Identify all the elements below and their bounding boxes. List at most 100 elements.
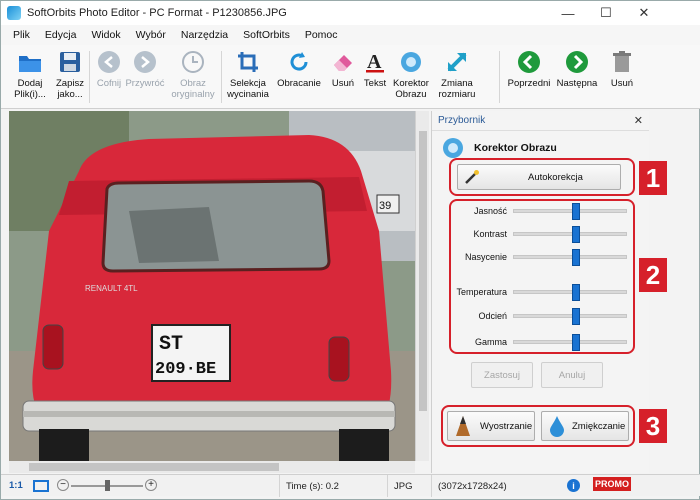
slider-contrast[interactable]: Kontrast (453, 226, 635, 243)
zoom-slider-thumb[interactable] (105, 480, 110, 491)
panel-close-icon[interactable]: ✕ (634, 114, 643, 127)
menu-plik[interactable]: Plik (13, 29, 30, 41)
slider-thumb[interactable] (572, 308, 581, 325)
slider-track[interactable] (513, 203, 627, 220)
apply-button[interactable]: Zastosuj (471, 362, 533, 388)
slider-label: Gamma (474, 337, 507, 347)
slider-saturation[interactable]: Nasycenie (453, 249, 635, 266)
slider-gamma[interactable]: Gamma (453, 334, 635, 351)
next-label: Następna (556, 78, 598, 89)
slider-track[interactable] (513, 249, 627, 266)
scroll-thumb[interactable] (29, 463, 279, 471)
vertical-scrollbar[interactable] (415, 111, 429, 461)
auto-correct-label: Autokorekcja (528, 171, 583, 183)
callout-number-3: 3 (639, 409, 667, 443)
resize-button[interactable]: Zmiana rozmiaru (433, 49, 481, 100)
slider-track[interactable] (513, 226, 627, 243)
title-bar: SoftOrbits Photo Editor - PC Format - P1… (1, 1, 700, 25)
delete-label: Usuń (610, 78, 634, 89)
app-logo-icon (7, 6, 21, 20)
fit-to-window-icon[interactable] (33, 480, 49, 492)
next-button[interactable]: Następna (553, 49, 601, 89)
crop-selection-label: Selekcja wycinania (227, 78, 269, 100)
rotate-button[interactable]: Obracanie (275, 49, 323, 89)
zoom-out-icon[interactable]: − (57, 479, 69, 491)
undo-label: Cofnij (96, 78, 122, 89)
slider-label: Jasność (473, 206, 507, 216)
undo-button[interactable]: Cofnij (91, 49, 127, 89)
text-button[interactable]: A Tekst (359, 49, 391, 89)
car-badge-text: RENAULT 4TL (85, 284, 138, 293)
image-corrector-button[interactable]: Korektor Obrazu (389, 49, 433, 100)
plate-line-1: ST (159, 333, 183, 356)
zoom-ratio[interactable]: 1:1 (9, 480, 23, 491)
scroll-thumb[interactable] (419, 131, 427, 411)
info-icon[interactable]: i (567, 479, 580, 492)
maximize-button[interactable]: ☐ (587, 1, 625, 25)
menu-pomoc[interactable]: Pomoc (305, 29, 338, 41)
menu-widok[interactable]: Widok (91, 29, 120, 41)
menu-wybor[interactable]: Wybór (136, 29, 166, 41)
redo-button[interactable]: Przywróć (125, 49, 165, 89)
toolbar-separator (221, 51, 222, 103)
slider-track[interactable] (513, 308, 627, 325)
toolbar-separator (89, 51, 90, 103)
status-format-text: JPG (394, 480, 413, 492)
sharpen-label: Wyostrzanie (480, 420, 533, 432)
original-image-label: Obraz oryginalny (171, 78, 215, 100)
panel-header-title: Przybornik (438, 115, 486, 126)
slider-thumb[interactable] (572, 203, 581, 220)
add-files-button[interactable]: Dodaj Plik(i)... (11, 49, 49, 100)
menu-softorbits[interactable]: SoftOrbits (243, 29, 290, 41)
crop-selection-button[interactable]: Selekcja wycinania (223, 49, 273, 100)
slider-temperature[interactable]: Temperatura (453, 284, 635, 301)
slider-hue[interactable]: Odcień (453, 308, 635, 325)
soften-label: Zmiękczanie (572, 420, 626, 432)
panel-title: Korektor Obrazu (474, 142, 557, 154)
side-plate-text: 39 (379, 200, 391, 212)
erase-button[interactable]: Usuń (327, 49, 359, 89)
slider-track[interactable] (513, 334, 627, 351)
soften-button[interactable]: Zmiękczanie (541, 411, 629, 441)
status-format: JPG (387, 475, 431, 497)
previous-button[interactable]: Poprzedni (505, 49, 553, 89)
panel-header: Przybornik ✕ (432, 111, 649, 131)
slider-thumb[interactable] (572, 226, 581, 243)
callout-number-1: 1 (639, 161, 667, 195)
slider-brightness[interactable]: Jasność (453, 203, 635, 220)
slider-thumb[interactable] (572, 334, 581, 351)
water-drop-icon (548, 415, 566, 437)
rotate-label: Obracanie (277, 78, 321, 89)
arrow-right-icon (564, 49, 590, 75)
panel-title-row: Korektor Obrazu (442, 137, 557, 159)
menu-narzedzia[interactable]: Narzędzia (181, 29, 228, 41)
menu-edycja[interactable]: Edycja (45, 29, 77, 41)
save-as-button[interactable]: Zapisz jako... (53, 49, 87, 100)
image-corrector-label: Korektor Obrazu (393, 78, 429, 100)
original-image-button[interactable]: Obraz oryginalny (167, 49, 219, 100)
add-files-label: Dodaj Plik(i)... (14, 78, 46, 100)
minimize-button[interactable]: — (549, 1, 587, 25)
auto-correct-button[interactable]: Autokorekcja (457, 164, 621, 190)
crop-icon (235, 49, 261, 75)
slider-thumb[interactable] (572, 249, 581, 266)
menu-bar: Plik Edycja Widok Wybór Narzędzia SoftOr… (1, 25, 700, 45)
zoom-in-icon[interactable]: + (145, 479, 157, 491)
image-canvas[interactable]: RENAULT 4TL ST 209·BE 39 (9, 111, 415, 461)
sharpen-button[interactable]: Wyostrzanie (447, 411, 535, 441)
cancel-button[interactable]: Anuluj (541, 362, 603, 388)
horizontal-scrollbar[interactable] (9, 461, 415, 473)
toolbar-separator (499, 51, 500, 103)
callout-number-2: 2 (639, 258, 667, 292)
slider-thumb[interactable] (572, 284, 581, 301)
clock-icon (180, 49, 206, 75)
delete-button[interactable]: Usuń (607, 49, 637, 89)
window-title: SoftOrbits Photo Editor - PC Format - P1… (27, 7, 287, 19)
close-button[interactable]: ✕ (625, 1, 663, 25)
previous-label: Poprzedni (507, 78, 551, 89)
app-window: SoftOrbits Photo Editor - PC Format - P1… (0, 0, 700, 500)
promo-badge[interactable]: PROMO (593, 477, 631, 491)
text-a-icon: A (362, 49, 388, 75)
trash-icon (609, 49, 635, 75)
slider-track[interactable] (513, 284, 627, 301)
